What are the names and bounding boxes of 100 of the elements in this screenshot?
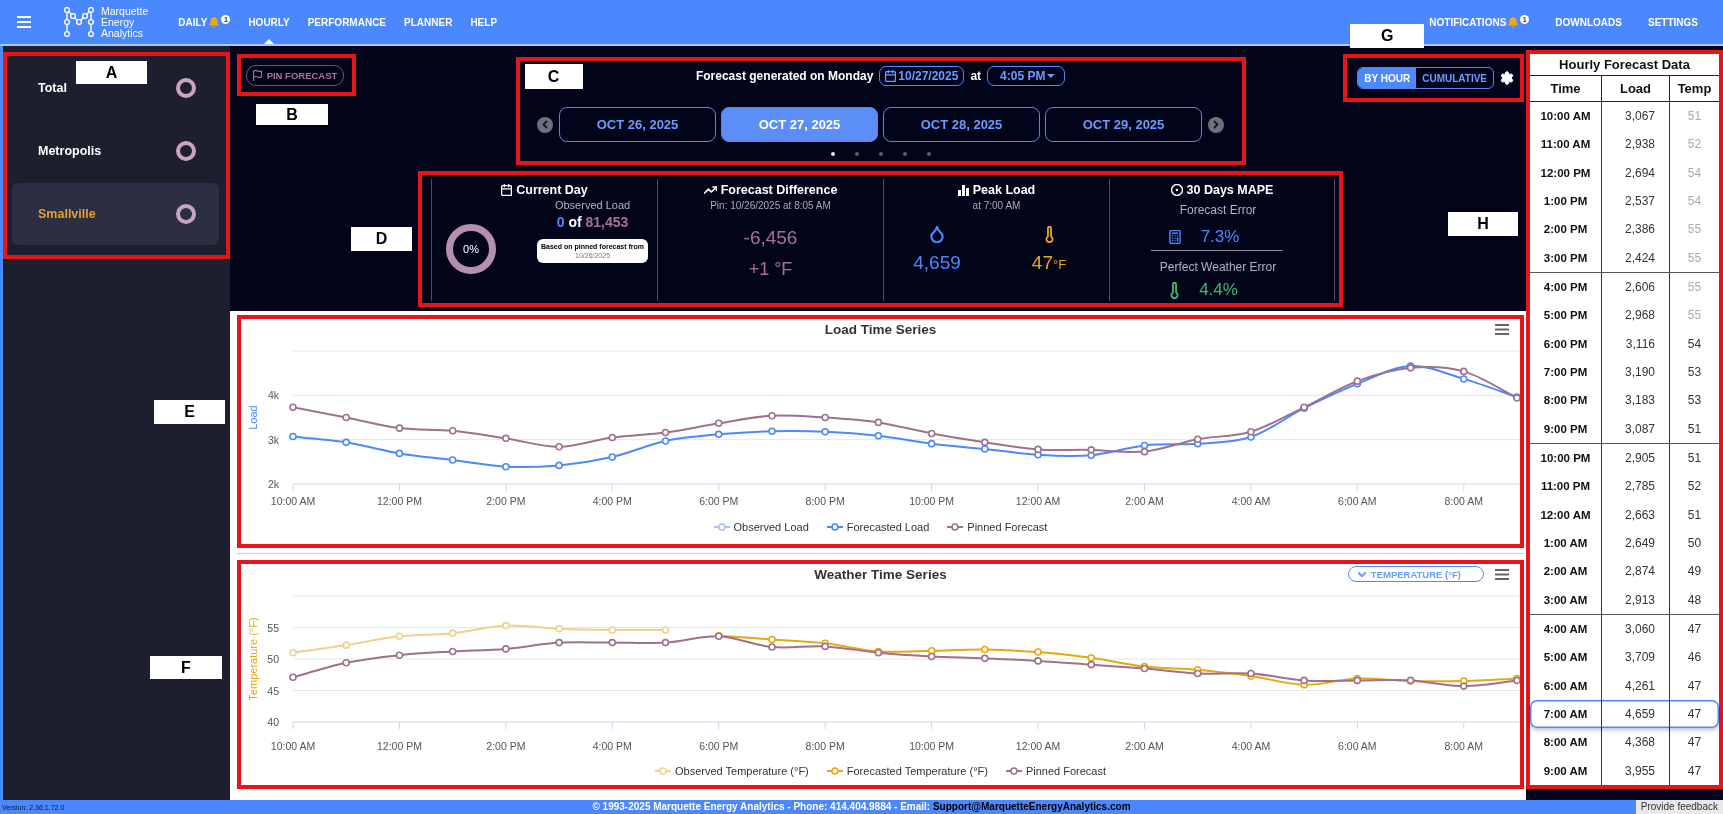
axis-title: Load (247, 405, 259, 430)
axis-label: 12:00 AM (1015, 740, 1061, 752)
annotation-label: G (1350, 24, 1425, 48)
column-header: Load (1602, 76, 1670, 101)
weather-error-value: 4.4% (1199, 279, 1238, 301)
table-cell: 2,938 (1602, 130, 1670, 159)
axis-label: 8:00 AM (1444, 495, 1484, 507)
table-cell: 5:00 PM (1530, 301, 1602, 330)
table-cell-text: 47 (1686, 706, 1703, 724)
axis-label: 10:00 AM (270, 495, 316, 507)
card-title: Current Day (516, 183, 588, 197)
forecast-heading: Forecast generated on Monday (695, 69, 874, 83)
at-label: at (970, 69, 982, 83)
chart-title: Weather Time Series (814, 566, 947, 582)
axis-label: 4:00 PM (592, 495, 632, 507)
table-cell: 2,913 (1602, 585, 1670, 614)
progress-value: 0% (463, 243, 479, 255)
table-cell: 12:00 AM (1530, 500, 1602, 529)
peak-temperature-value: 47°F (1031, 252, 1067, 275)
table-cell-text: 48 (1686, 591, 1703, 609)
table-cell: 9:00 AM (1530, 756, 1602, 785)
table-cell-text: 51 (1686, 420, 1703, 438)
table-cell: 3,087 (1602, 414, 1670, 443)
axis-label: 2:00 AM (1125, 740, 1164, 752)
axis-label: 12:00 PM (376, 740, 422, 752)
table-cell: 9:00 PM (1530, 414, 1602, 443)
axis-label: 12:00 AM (1015, 495, 1061, 507)
axis-label: 6:00 PM (699, 740, 739, 752)
table-cell: 2:00 AM (1530, 557, 1602, 586)
table-cell: 3:00 PM (1530, 243, 1602, 272)
annotation-label: D (351, 227, 412, 251)
axis-label: 2:00 PM (486, 740, 526, 752)
table-cell: 2,968 (1602, 301, 1670, 330)
table-cell: 8:00 PM (1530, 386, 1602, 415)
table-cell-text: 54 (1686, 164, 1703, 182)
table-cell-text: 55 (1686, 307, 1703, 325)
table-cell: 2,386 (1602, 215, 1670, 244)
axis-label: 10:00 PM (909, 740, 955, 752)
footer-text: © 1993-2025 Marquette Energy Analytics - Phone: 414.404.9884 - Email: Support@MarquetteEnergyAnalytics.com (592, 800, 1131, 814)
axis-label: 10:00 PM (909, 495, 955, 507)
table-cell-text: 47 (1686, 677, 1703, 695)
table-cell-text: 54 (1686, 335, 1703, 353)
table-cell-text: 51 (1686, 450, 1703, 468)
axis-label: 6:00 PM (699, 495, 739, 507)
chart-title: Load Time Series (824, 321, 937, 337)
table-cell-text: 51 (1686, 506, 1703, 524)
logo-text: Marquette Energy Analytics (101, 5, 149, 39)
column-header: Temp (1676, 80, 1713, 98)
table-cell: 8:00 AM (1530, 728, 1602, 757)
observed-load-value: 0 of 81,453 (556, 214, 629, 231)
column-header: Time (1530, 76, 1602, 101)
table-cell-text: 53 (1686, 364, 1703, 382)
axis-label: 40 (267, 716, 279, 728)
annotation-label: C (524, 64, 583, 89)
annotation-label: B (256, 104, 328, 125)
axis-label: 6:00 AM (1338, 495, 1377, 507)
table-cell: 6:00 AM (1530, 671, 1602, 700)
table-cell-text: 47 (1686, 621, 1703, 639)
annotation-label: F (150, 656, 222, 679)
axis-label: 6:00 AM (1338, 740, 1377, 752)
forecast-error-label: Forecast Error (1179, 203, 1257, 217)
table-cell-text: 55 (1686, 221, 1703, 239)
axis-label: 8:00 PM (805, 740, 845, 752)
observed-load-label: Observed Load (554, 199, 631, 212)
table-title: Hourly Forecast Data (1530, 54, 1719, 76)
table-cell: 4,368 (1602, 728, 1670, 757)
annotation-label: A (76, 61, 147, 84)
axis-title: Temperature (°F) (247, 617, 259, 701)
table-cell: 3,116 (1602, 329, 1670, 358)
table-cell: 2,874 (1602, 557, 1670, 586)
table-cell-text: 53 (1686, 392, 1703, 410)
table-cell: 3:00 AM (1530, 585, 1602, 614)
table-cell: 11:00 PM (1530, 472, 1602, 501)
table-cell: 2,424 (1602, 243, 1670, 272)
table-cell: 11:00 AM (1530, 130, 1602, 159)
axis-label: 12:00 PM (376, 495, 422, 507)
table-cell: 3,183 (1602, 386, 1670, 415)
axis-label: 2:00 AM (1125, 495, 1164, 507)
table-cell: 2,694 (1602, 158, 1670, 187)
axis-label: 50 (267, 653, 279, 665)
table-cell: 3,955 (1602, 756, 1670, 785)
card-title: 30 Days MAPE (1186, 183, 1274, 197)
card-subtitle: at 7:00 AM (972, 200, 1021, 212)
card-title: Peak Load (972, 183, 1036, 197)
table-cell-text: 52 (1686, 478, 1703, 496)
peak-load-value: 4,659 (913, 252, 961, 274)
axis-label: 2:00 PM (486, 495, 526, 507)
axis-label: 4:00 AM (1231, 740, 1271, 752)
table-cell-text: 52 (1686, 136, 1703, 154)
axis-label: 4k (267, 389, 279, 402)
table-cell: 4,261 (1602, 671, 1670, 700)
table-cell: 5:00 AM (1530, 643, 1602, 672)
table-cell: 2,663 (1602, 500, 1670, 529)
axis-label: 45 (267, 684, 279, 697)
table-cell-text: 54 (1686, 193, 1703, 211)
table-cell-text: 47 (1686, 734, 1703, 752)
table-cell: 2,785 (1602, 472, 1670, 501)
table-cell: 2:00 PM (1530, 215, 1602, 244)
annotation-label: E (154, 400, 225, 424)
axis-label: 55 (267, 621, 279, 634)
